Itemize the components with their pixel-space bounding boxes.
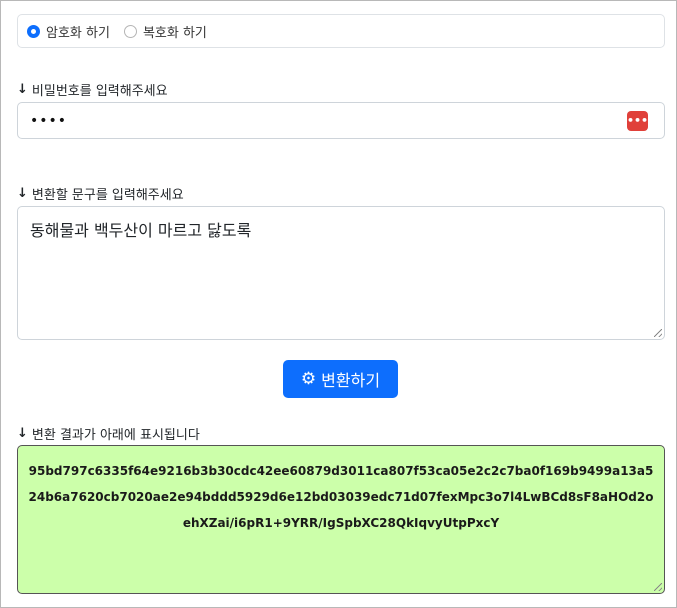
convert-button-label: 변환하기 xyxy=(321,373,381,390)
password-manager-icon[interactable]: •••| xyxy=(627,111,652,131)
encrypt-radio-label: 암호화 하기 xyxy=(46,25,110,41)
resize-handle-icon[interactable] xyxy=(654,329,662,337)
arrow-down-icon: ↓ xyxy=(17,186,28,201)
resize-handle-icon[interactable] xyxy=(654,583,662,591)
password-value: •••• xyxy=(30,112,68,129)
gears-icon: ⚙ xyxy=(300,369,317,388)
result-value: 95bd797c6335f64e9216b3b30cdc42ee60879d30… xyxy=(28,464,654,530)
plaintext-value: 동해물과 백두산이 마르고 닳도록 xyxy=(30,221,252,240)
input-text-label-text: 변환할 문구를 입력해주세요 xyxy=(31,188,184,203)
password-label-text: 비밀번호를 입력해주세요 xyxy=(31,84,168,99)
input-text-label: ↓ 변환할 문구를 입력해주세요 xyxy=(17,184,184,203)
result-label: ↓ 변환 결과가 아래에 표시됩니다 xyxy=(17,424,200,443)
result-textarea[interactable]: 95bd797c6335f64e9216b3b30cdc42ee60879d30… xyxy=(17,445,665,594)
mode-selector: 암호화 하기 복호화 하기 xyxy=(17,14,665,48)
radio-unchecked-icon xyxy=(123,24,137,38)
radio-checked-icon xyxy=(27,24,40,38)
arrow-down-icon: ↓ xyxy=(17,82,28,97)
password-input[interactable]: •••• •••| xyxy=(17,102,665,139)
password-label: ↓ 비밀번호를 입력해주세요 xyxy=(17,80,168,99)
result-label-text: 변환 결과가 아래에 표시됩니다 xyxy=(31,428,200,443)
arrow-down-icon: ↓ xyxy=(17,426,28,441)
encrypt-radio[interactable]: 암호화 하기 xyxy=(27,22,110,41)
decrypt-radio-label: 복호화 하기 xyxy=(142,25,207,41)
decrypt-radio[interactable]: 복호화 하기 xyxy=(123,22,207,41)
plaintext-textarea[interactable]: 동해물과 백두산이 마르고 닳도록 xyxy=(17,206,665,340)
convert-button[interactable]: ⚙ 변환하기 xyxy=(283,360,398,398)
app-frame: 암호화 하기 복호화 하기 ↓ 비밀번호를 입력해주세요 •••• •••| ↓… xyxy=(0,0,677,608)
